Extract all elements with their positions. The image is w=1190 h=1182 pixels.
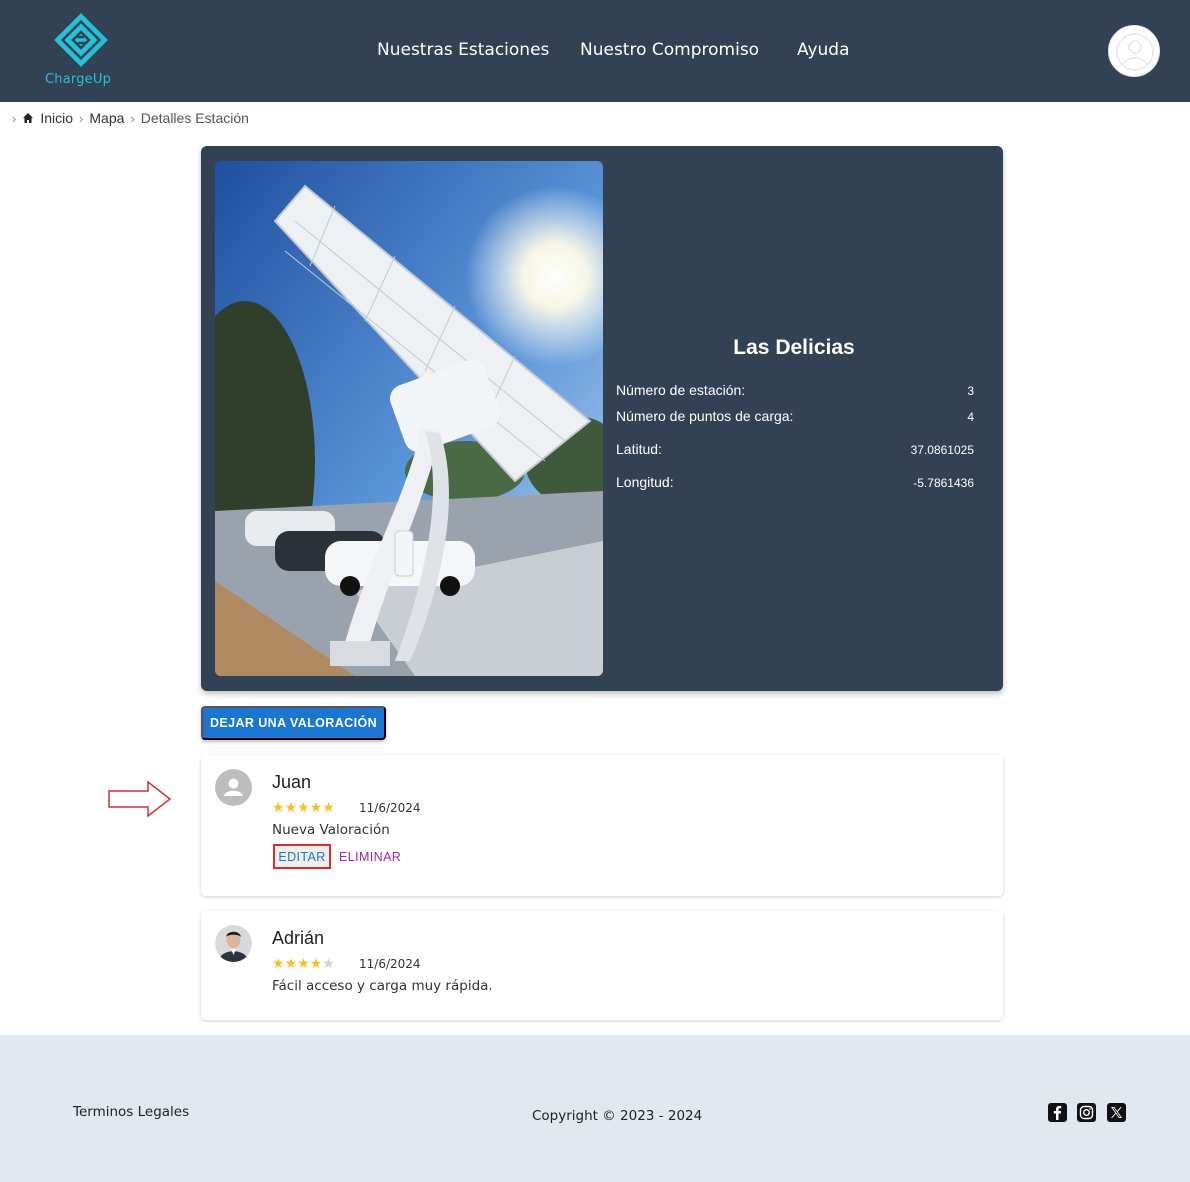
star-icon: ★ — [309, 800, 323, 816]
footer: Terminos Legales Copyright © 2023 - 2024 — [0, 1035, 1190, 1182]
star-icon: ★ — [284, 800, 298, 816]
charge-points-value: 4 — [967, 410, 974, 424]
latitude-row: Latitud: 37.0861025 — [616, 441, 974, 457]
reviewer-name: Adrián — [272, 928, 325, 948]
station-number-value: 3 — [967, 384, 974, 398]
instagram-icon[interactable] — [1077, 1103, 1096, 1122]
breadcrumb-inicio[interactable]: Inicio — [40, 110, 73, 126]
star-icon: ★ — [297, 956, 310, 972]
rating-stars: ★★★★★ — [272, 800, 335, 816]
star-empty-icon: ★ — [322, 956, 335, 972]
nav-nuestro-compromiso[interactable]: Nuestro Compromiso — [580, 40, 759, 60]
latitude-value: 37.0861025 — [910, 443, 974, 457]
station-title: Las Delicias — [733, 336, 855, 359]
review-date: 11/6/2024 — [359, 801, 421, 815]
user-photo-icon — [215, 925, 252, 962]
star-icon: ★ — [322, 800, 335, 816]
rating-stars: ★★★★★ — [272, 956, 335, 972]
chevron-right-icon: › — [79, 110, 84, 126]
reviewer-name: Juan — [272, 772, 312, 792]
review-card: Juan ★★★★★ 11/6/2024 Nueva Valoración ED… — [201, 755, 1003, 896]
chargeup-logo[interactable]: ChargeUp — [42, 10, 120, 90]
user-avatar-button[interactable] — [1108, 25, 1160, 77]
user-icon — [1116, 33, 1154, 71]
review-card: Adrián ★★★★★ 11/6/2024 Fácil acceso y ca… — [201, 911, 1003, 1020]
delete-review-button[interactable]: ELIMINAR — [339, 850, 401, 864]
nav-nuestras-estaciones[interactable]: Nuestras Estaciones — [377, 40, 549, 60]
charge-points-label: Número de puntos de carga: — [616, 408, 794, 424]
facebook-icon[interactable] — [1048, 1103, 1067, 1122]
station-details-card: Las Delicias Número de estación: 3 Númer… — [201, 146, 1003, 691]
nav-ayuda[interactable]: Ayuda — [797, 40, 850, 60]
breadcrumb: › Inicio › Mapa › Detalles Estación — [6, 108, 249, 128]
longitude-label: Longitud: — [616, 474, 674, 490]
copyright-text: Copyright © 2023 - 2024 — [532, 1108, 703, 1124]
station-number-row: Número de estación: 3 — [616, 382, 974, 398]
breadcrumb-current: Detalles Estación — [140, 110, 249, 126]
avatar — [215, 925, 252, 962]
station-number-label: Número de estación: — [616, 382, 746, 398]
leave-review-button[interactable]: DEJAR UNA VALORACIÓN — [201, 706, 386, 740]
star-icon: ★ — [272, 800, 285, 816]
latitude-label: Latitud: — [616, 441, 662, 457]
star-icon: ★ — [284, 956, 298, 972]
breadcrumb-mapa[interactable]: Mapa — [89, 110, 124, 126]
station-photo — [215, 161, 603, 676]
chevron-right-icon: › — [12, 110, 17, 126]
longitude-row: Longitud: -5.7861436 — [616, 474, 974, 490]
avatar — [215, 769, 252, 806]
review-date: 11/6/2024 — [359, 957, 421, 971]
star-icon: ★ — [309, 956, 323, 972]
default-avatar-icon — [215, 769, 252, 806]
review-text: Nueva Valoración — [272, 822, 390, 838]
logo-icon — [54, 13, 108, 67]
star-icon: ★ — [272, 956, 285, 972]
annotation-arrow-icon — [108, 780, 172, 818]
review-text: Fácil acceso y carga muy rápida. — [272, 978, 493, 994]
edit-review-button[interactable]: EDITAR — [273, 844, 331, 869]
top-navbar: ChargeUp Nuestras Estaciones Nuestro Com… — [0, 0, 1190, 102]
home-icon[interactable] — [22, 112, 34, 124]
x-twitter-icon[interactable] — [1107, 1103, 1126, 1122]
legal-terms-link[interactable]: Terminos Legales — [73, 1104, 189, 1120]
logo-text: ChargeUp — [45, 72, 112, 87]
chevron-right-icon: › — [130, 110, 135, 126]
charge-points-row: Número de puntos de carga: 4 — [616, 408, 974, 424]
star-icon: ★ — [297, 800, 310, 816]
longitude-value: -5.7861436 — [913, 476, 974, 490]
